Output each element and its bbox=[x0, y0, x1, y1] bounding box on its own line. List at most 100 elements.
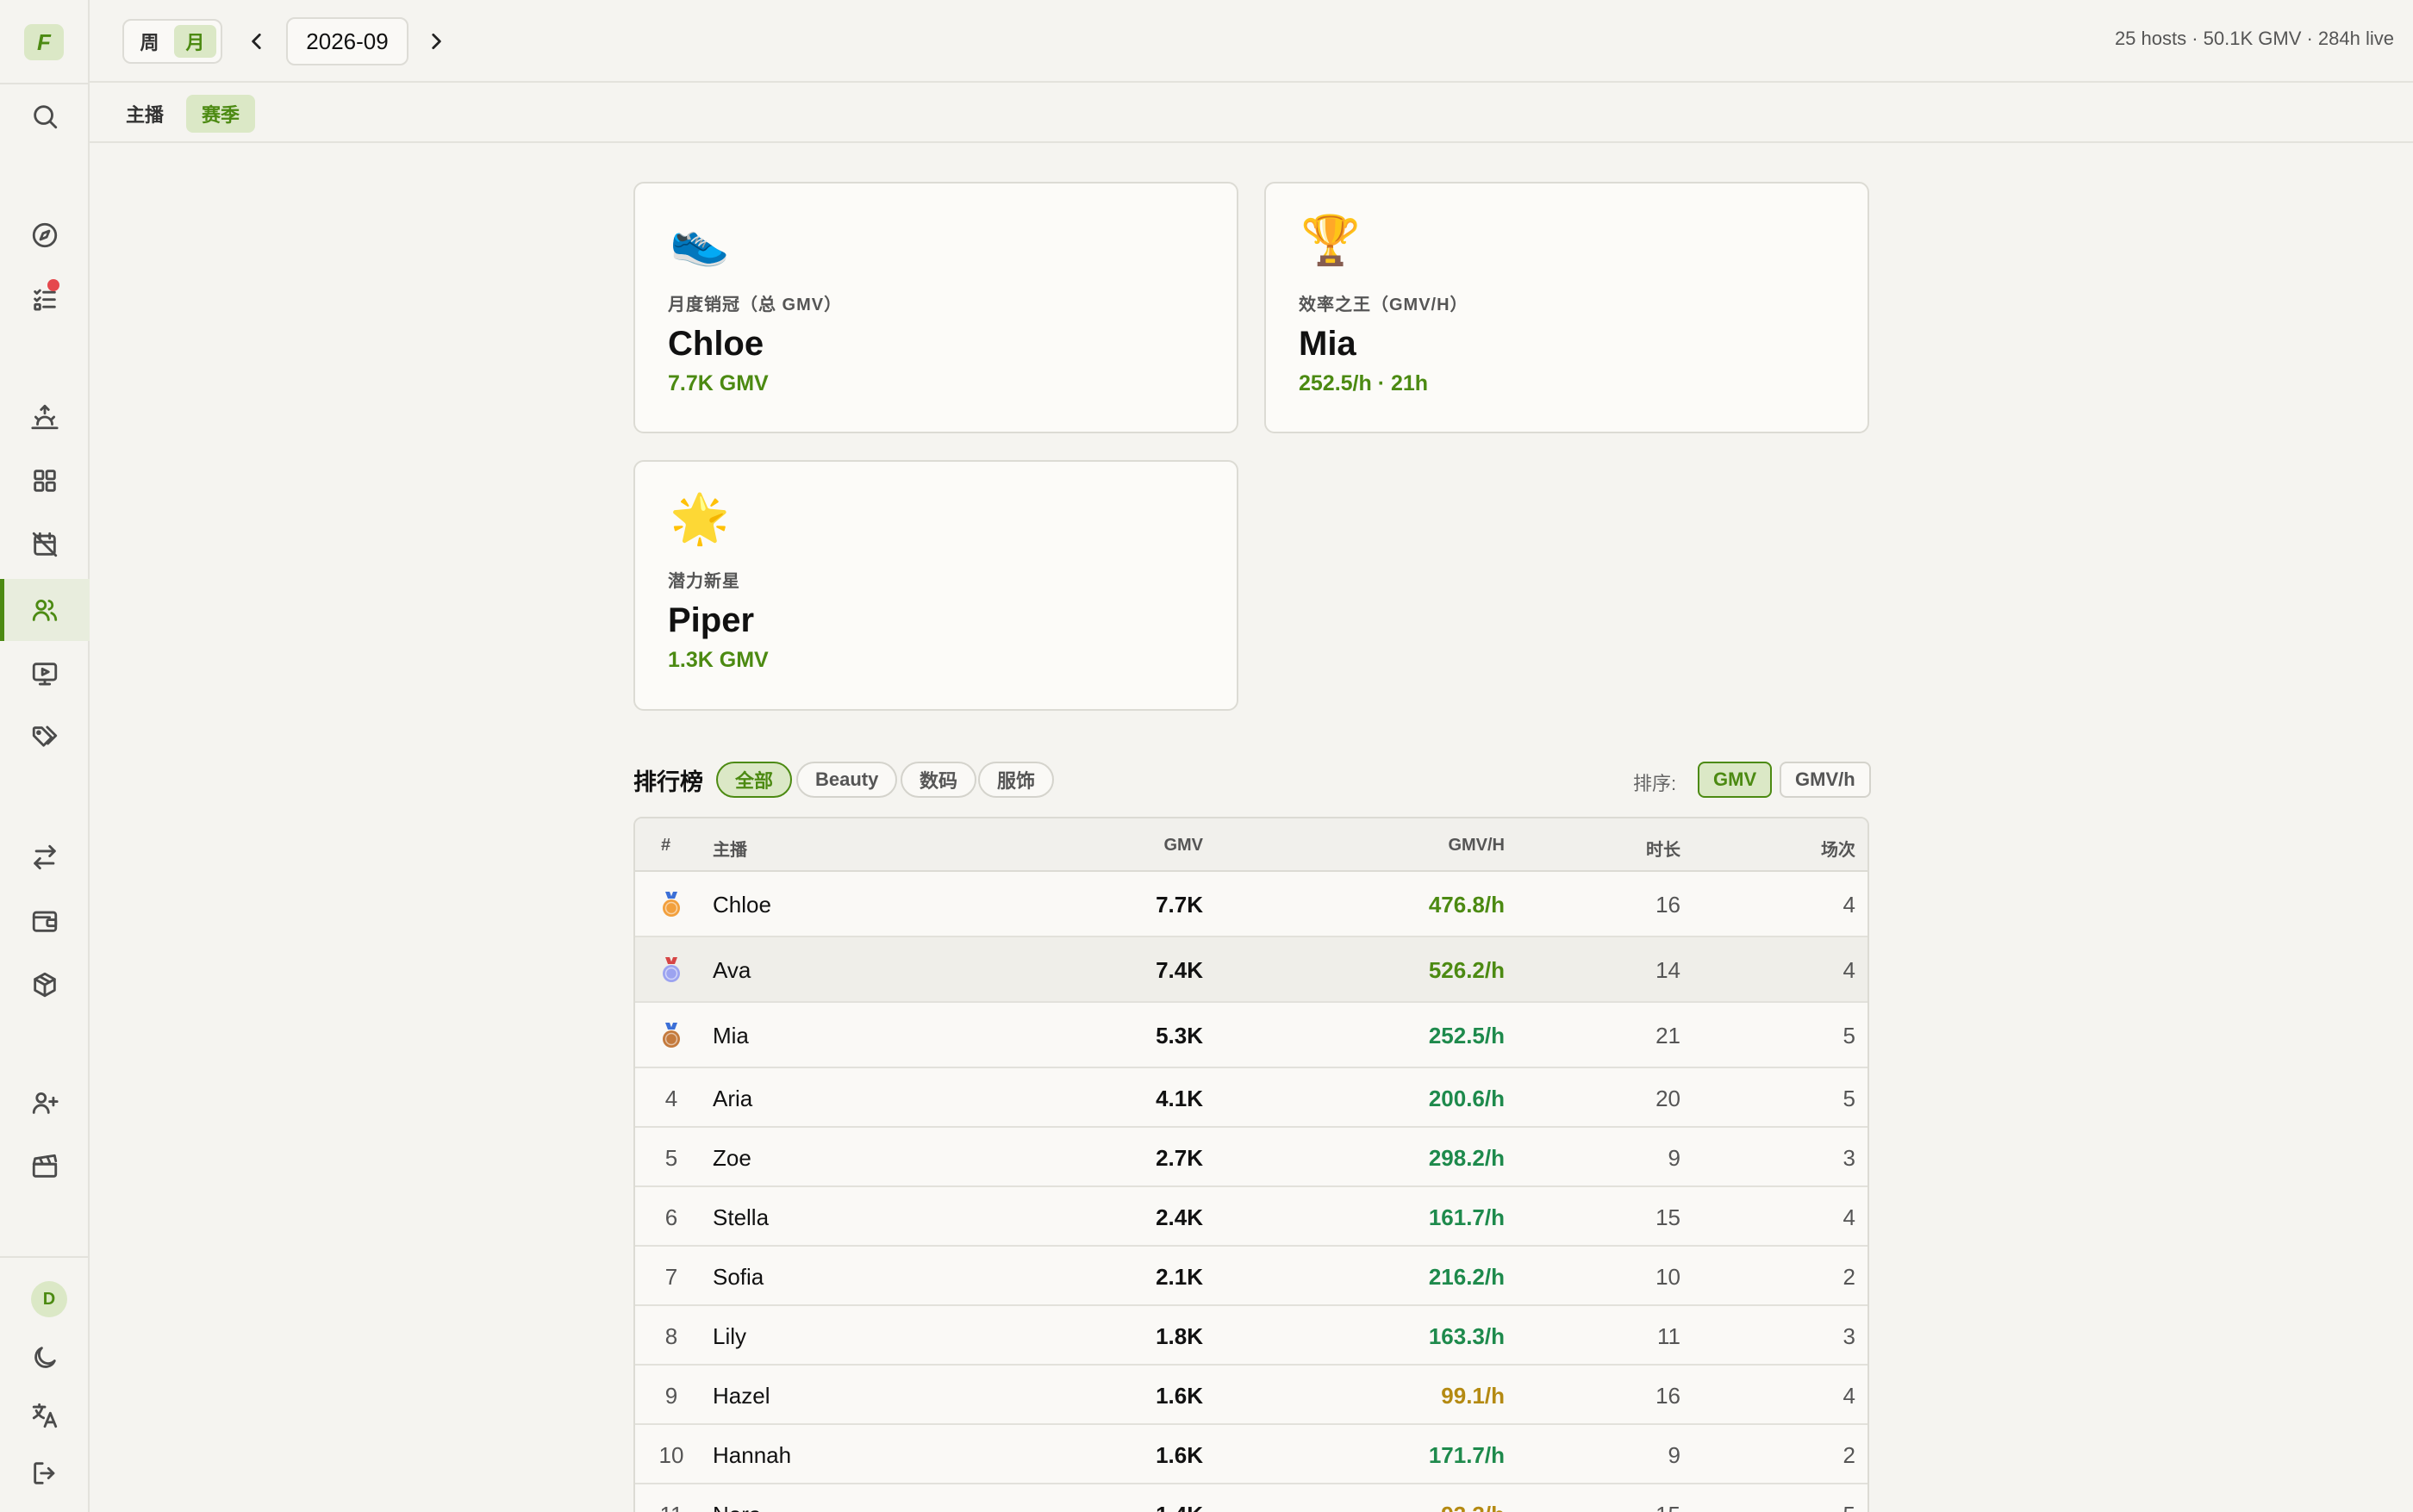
users-icon[interactable] bbox=[0, 579, 90, 641]
duration-value: 15 bbox=[1655, 1502, 1680, 1512]
tags-icon[interactable] bbox=[0, 706, 90, 768]
checklist-icon[interactable] bbox=[0, 268, 90, 330]
period-week-option[interactable]: 周 bbox=[128, 25, 171, 58]
table-row[interactable]: 5 Zoe 2.7K 298.2/h 9 3 bbox=[635, 1128, 1867, 1187]
table-row[interactable]: 8 Lily 1.8K 163.3/h 11 3 bbox=[635, 1306, 1867, 1366]
rank-number: 6 bbox=[664, 1204, 678, 1230]
rank-number: 7 bbox=[664, 1264, 678, 1290]
table-row[interactable]: 4 Aria 4.1K 200.6/h 20 5 bbox=[635, 1068, 1867, 1128]
duration-value: 16 bbox=[1655, 892, 1680, 918]
tab-hosts[interactable]: 主播 bbox=[110, 95, 179, 133]
column-header-host[interactable]: 主播 bbox=[713, 836, 747, 861]
period-month-option[interactable]: 月 bbox=[174, 25, 216, 58]
award-winner-name: Mia bbox=[1299, 325, 1356, 363]
calendar-off-icon[interactable] bbox=[0, 513, 90, 576]
tab-season[interactable]: 赛季 bbox=[186, 95, 256, 133]
table-header: # 主播 GMV GMV/H 时长 场次 bbox=[635, 818, 1867, 872]
sessions-value: 4 bbox=[1842, 1204, 1855, 1230]
award-winner-name: Piper bbox=[668, 601, 755, 639]
gmv-per-hour-value: 216.2/h bbox=[1428, 1264, 1505, 1290]
duration-value: 20 bbox=[1655, 1086, 1680, 1111]
gmv-value: 7.4K bbox=[1156, 957, 1203, 983]
sunrise-icon[interactable] bbox=[0, 386, 90, 448]
table-row[interactable]: Ava 7.4K 526.2/h 14 4 bbox=[635, 937, 1867, 1003]
tab-bar: 主播 赛季 bbox=[90, 83, 2413, 143]
logout-icon[interactable] bbox=[0, 1442, 90, 1504]
compass-icon[interactable] bbox=[0, 204, 90, 266]
sessions-value: 4 bbox=[1842, 1383, 1855, 1409]
host-name: Lily bbox=[713, 1323, 747, 1349]
column-header-sessions[interactable]: 场次 bbox=[1821, 836, 1855, 861]
rank-number: 10 bbox=[658, 1442, 684, 1468]
gmv-per-hour-value: 526.2/h bbox=[1428, 957, 1505, 983]
avatar[interactable]: D bbox=[31, 1281, 67, 1317]
chevron-right-icon[interactable] bbox=[419, 24, 453, 59]
wallet-icon[interactable] bbox=[0, 890, 90, 952]
sessions-value: 5 bbox=[1842, 1023, 1855, 1048]
gmv-per-hour-value: 476.8/h bbox=[1428, 892, 1505, 918]
column-header-rank[interactable]: # bbox=[661, 836, 670, 856]
sort-label: 排序: bbox=[1633, 773, 1677, 794]
duration-value: 14 bbox=[1655, 957, 1680, 983]
topbar: 周 月 2026-09 25 hosts · 50.1K GMV · 284h … bbox=[90, 0, 2413, 83]
box-icon[interactable] bbox=[0, 954, 90, 1016]
trophy-icon: 🏆 bbox=[1300, 213, 1361, 267]
award-label: 潜力新星 bbox=[668, 572, 740, 591]
filter-beauty-chip[interactable]: Beauty bbox=[796, 762, 898, 798]
host-name: Zoe bbox=[713, 1145, 751, 1171]
user-plus-icon[interactable] bbox=[0, 1072, 90, 1134]
table-row[interactable]: Chloe 7.7K 476.8/h 16 4 bbox=[635, 872, 1867, 937]
sort-gmv-per-hour-button[interactable]: GMV/h bbox=[1780, 762, 1871, 798]
filter-apparel-chip[interactable]: 服饰 bbox=[978, 762, 1055, 798]
gmv-value: 1.6K bbox=[1156, 1383, 1203, 1409]
gmv-per-hour-value: 93.3/h bbox=[1441, 1502, 1505, 1512]
award-card-efficiency: 🏆 效率之王（GMV/H） Mia 252.5/h · 21h bbox=[1264, 182, 1869, 433]
award-stat: 1.3K GMV bbox=[668, 648, 769, 672]
search-icon[interactable] bbox=[0, 85, 90, 147]
gmv-value: 5.3K bbox=[1156, 1023, 1203, 1048]
translate-icon[interactable] bbox=[0, 1384, 90, 1447]
sidebar-divider bbox=[0, 83, 90, 84]
app-root: F D 周 月 2026-09 25 hosts · 50.1K GMV · 2… bbox=[0, 0, 2413, 1512]
gmv-value: 4.1K bbox=[1156, 1086, 1203, 1111]
sidebar: F D bbox=[0, 0, 90, 1512]
rank-number: 5 bbox=[664, 1145, 678, 1171]
screen-play-icon[interactable] bbox=[0, 643, 90, 705]
filter-all-chip[interactable]: 全部 bbox=[716, 762, 793, 798]
gmv-per-hour-value: 252.5/h bbox=[1428, 1023, 1505, 1048]
duration-value: 10 bbox=[1655, 1264, 1680, 1290]
duration-value: 16 bbox=[1655, 1383, 1680, 1409]
leaderboard-title: 排行榜 bbox=[633, 769, 703, 795]
filter-digital-chip[interactable]: 数码 bbox=[901, 762, 977, 798]
table-row[interactable]: 6 Stella 2.4K 161.7/h 15 4 bbox=[635, 1187, 1867, 1247]
clapper-icon[interactable] bbox=[0, 1136, 90, 1198]
gmv-value: 1.4K bbox=[1156, 1502, 1203, 1512]
gmv-per-hour-value: 298.2/h bbox=[1428, 1145, 1505, 1171]
chevron-left-icon[interactable] bbox=[240, 24, 274, 59]
sort-gmv-button[interactable]: GMV bbox=[1698, 762, 1773, 798]
column-header-duration[interactable]: 时长 bbox=[1646, 836, 1680, 861]
table-row[interactable]: Mia 5.3K 252.5/h 21 5 bbox=[635, 1003, 1867, 1068]
gmv-value: 1.8K bbox=[1156, 1323, 1203, 1349]
sessions-value: 4 bbox=[1842, 957, 1855, 983]
gmv-value: 7.7K bbox=[1156, 892, 1203, 918]
star-icon: 🌟 bbox=[670, 491, 730, 545]
host-name: Nora bbox=[713, 1502, 761, 1512]
table-row[interactable]: 7 Sofia 2.1K 216.2/h 10 2 bbox=[635, 1247, 1867, 1306]
moon-icon[interactable] bbox=[0, 1327, 90, 1389]
gmv-per-hour-value: 171.7/h bbox=[1428, 1442, 1505, 1468]
date-picker[interactable]: 2026-09 bbox=[286, 17, 408, 65]
gmv-per-hour-value: 99.1/h bbox=[1441, 1383, 1505, 1409]
table-row[interactable]: 10 Hannah 1.6K 171.7/h 9 2 bbox=[635, 1425, 1867, 1484]
table-row[interactable]: 11 Nora 1.4K 93.3/h 15 5 bbox=[635, 1484, 1867, 1512]
column-header-gmv[interactable]: GMV bbox=[1163, 836, 1203, 856]
transfer-icon[interactable] bbox=[0, 826, 90, 888]
gmv-value: 2.1K bbox=[1156, 1264, 1203, 1290]
app-logo[interactable]: F bbox=[24, 24, 64, 60]
grid-icon[interactable] bbox=[0, 450, 90, 512]
gmv-value: 2.4K bbox=[1156, 1204, 1203, 1230]
rank-number: 4 bbox=[664, 1086, 678, 1111]
rank-number: 8 bbox=[664, 1323, 678, 1349]
column-header-gmv-per-hour[interactable]: GMV/H bbox=[1448, 836, 1505, 856]
table-row[interactable]: 9 Hazel 1.6K 99.1/h 16 4 bbox=[635, 1366, 1867, 1425]
